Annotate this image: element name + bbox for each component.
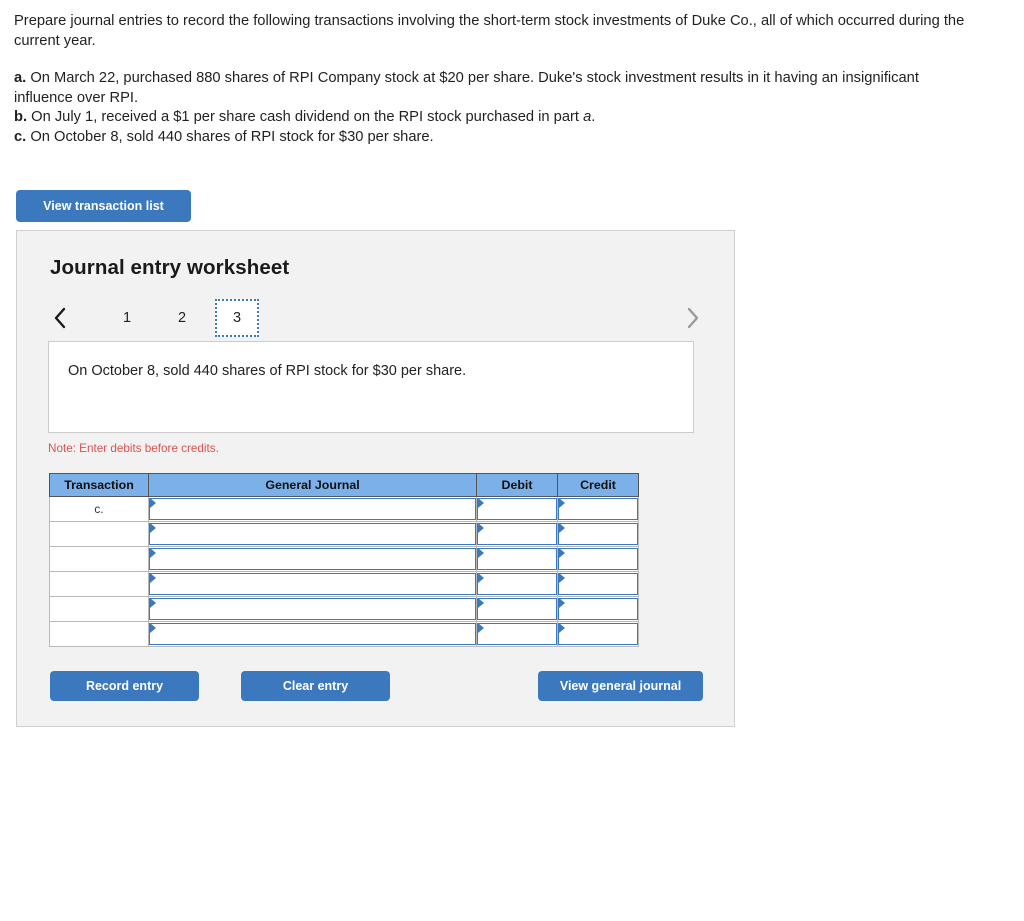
column-header-debit: Debit [476,473,558,497]
credit-input[interactable] [558,498,638,520]
problem-part-c: c. On October 8, sold 440 shares of RPI … [14,128,980,148]
cell-transaction[interactable]: c. [49,496,149,522]
cell-debit[interactable] [476,496,558,522]
cell-credit[interactable] [557,546,639,572]
credit-input[interactable] [558,548,638,570]
cell-transaction[interactable] [49,621,149,647]
general-journal-input[interactable] [149,498,476,520]
debits-before-credits-note: Note: Enter debits before credits. [48,442,219,455]
credit-input[interactable] [558,573,638,595]
cell-general-journal[interactable] [148,596,477,622]
general-journal-input[interactable] [149,623,476,645]
cell-debit[interactable] [476,621,558,647]
cell-general-journal[interactable] [148,521,477,547]
cell-credit[interactable] [557,496,639,522]
problem-intro: Prepare journal entries to record the fo… [14,13,965,49]
scenario-text: On October 8, sold 440 shares of RPI sto… [68,363,467,379]
cell-general-journal[interactable] [148,571,477,597]
table-row [49,571,639,597]
view-general-journal-button[interactable]: View general journal [538,671,703,701]
problem-statement: Prepare journal entries to record the fo… [14,12,980,147]
general-journal-input[interactable] [149,523,476,545]
worksheet-title: Journal entry worksheet [50,256,290,279]
part-c-letter: c. [14,128,27,145]
cell-credit[interactable] [557,521,639,547]
cell-transaction[interactable] [49,521,149,547]
debit-input[interactable] [477,623,557,645]
part-a-letter: a. [14,70,27,86]
credit-input[interactable] [558,598,638,620]
credit-input[interactable] [558,523,638,545]
table-row [49,621,639,647]
table-header-row: Transaction General Journal Debit Credit [49,473,639,497]
worksheet-tab-3[interactable]: 3 [215,299,259,337]
credit-input[interactable] [558,623,638,645]
part-b-text: On July 1, received a $1 per share cash … [31,109,584,125]
cell-credit[interactable] [557,621,639,647]
clear-entry-button[interactable]: Clear entry [241,671,390,701]
general-journal-input[interactable] [149,598,476,620]
column-header-general-journal: General Journal [148,473,477,497]
part-b-text-tail: . [591,109,596,125]
scenario-box: On October 8, sold 440 shares of RPI sto… [48,341,694,433]
cell-credit[interactable] [557,596,639,622]
part-c-text: On October 8, sold 440 shares of RPI sto… [30,128,434,145]
general-journal-table: Transaction General Journal Debit Credit… [49,473,639,647]
part-a-text: On March 22, purchased 880 shares of RPI… [14,70,919,106]
cell-debit[interactable] [476,521,558,547]
record-entry-button[interactable]: Record entry [50,671,199,701]
cell-debit[interactable] [476,546,558,572]
cell-transaction[interactable] [49,571,149,597]
table-row [49,546,639,572]
cell-general-journal[interactable] [148,496,477,522]
worksheet-tab-2[interactable]: 2 [160,299,204,337]
chevron-right-icon[interactable] [679,299,705,337]
problem-parts: a. On March 22, purchased 880 shares of … [14,69,980,147]
debit-input[interactable] [477,548,557,570]
debit-input[interactable] [477,523,557,545]
table-row [49,596,639,622]
cell-debit[interactable] [476,596,558,622]
general-journal-input[interactable] [149,548,476,570]
table-row: c. [49,496,639,522]
problem-part-a: a. On March 22, purchased 880 shares of … [14,69,980,108]
journal-entry-worksheet-panel: Journal entry worksheet 1 2 3 On October… [16,230,735,727]
part-b-letter: b. [14,109,28,125]
debit-input[interactable] [477,598,557,620]
table-row [49,521,639,547]
chevron-left-icon[interactable] [47,299,73,337]
cell-transaction[interactable] [49,546,149,572]
problem-part-b: b. On July 1, received a $1 per share ca… [14,108,980,128]
debit-input[interactable] [477,573,557,595]
general-journal-input[interactable] [149,573,476,595]
column-header-credit: Credit [557,473,639,497]
cell-general-journal[interactable] [148,621,477,647]
worksheet-tab-1[interactable]: 1 [105,299,149,337]
worksheet-pager: 1 2 3 [47,299,707,341]
cell-general-journal[interactable] [148,546,477,572]
cell-transaction[interactable] [49,596,149,622]
cell-debit[interactable] [476,571,558,597]
view-transaction-list-button[interactable]: View transaction list [16,190,191,222]
debit-input[interactable] [477,498,557,520]
cell-credit[interactable] [557,571,639,597]
column-header-transaction: Transaction [49,473,149,497]
